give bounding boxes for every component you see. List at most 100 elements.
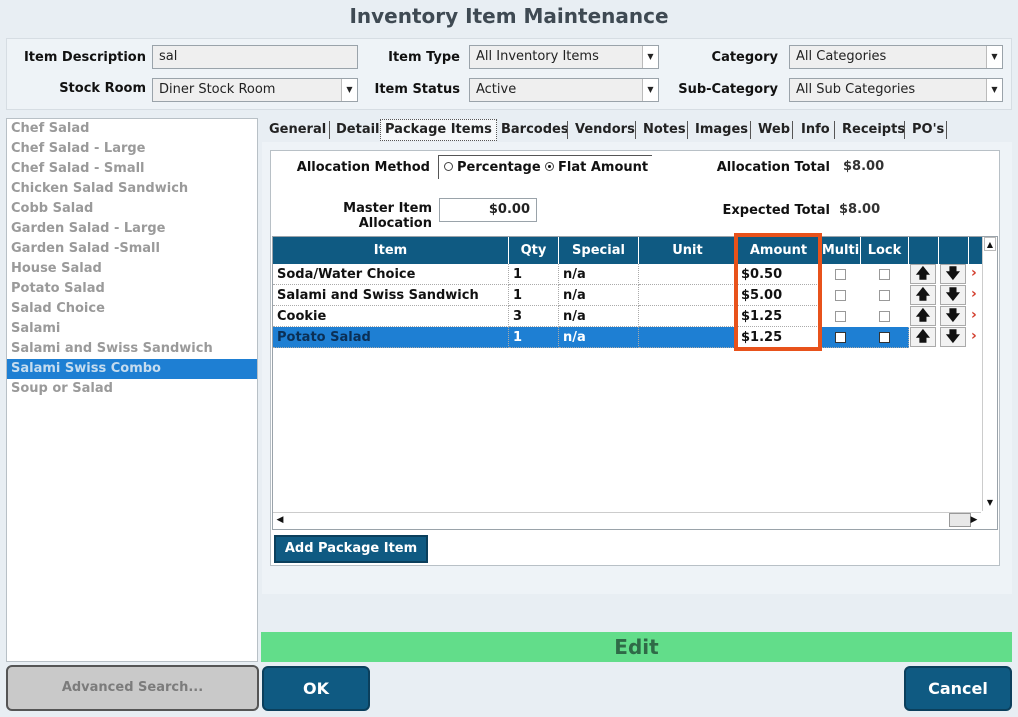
arrow-down-icon[interactable]: 🡇	[940, 306, 966, 326]
list-item[interactable]: Cobb Salad	[7, 199, 257, 219]
list-item[interactable]: Chef Salad	[7, 119, 257, 139]
grid-cell-unit-selected[interactable]	[639, 327, 737, 348]
tab-detail[interactable]: Detail	[332, 118, 384, 142]
lock-checkbox[interactable]	[879, 332, 890, 343]
tab-vendors[interactable]: Vendors	[571, 118, 639, 142]
radio-percentage-label: Percentage	[457, 160, 541, 175]
arrow-down-icon[interactable]: 🡇	[940, 285, 966, 305]
list-item[interactable]: Garden Salad - Large	[7, 219, 257, 239]
category-label: Category	[711, 50, 778, 65]
tab-web[interactable]: Web	[754, 118, 794, 142]
list-item[interactable]: Salad Choice	[7, 299, 257, 319]
cancel-button[interactable]: Cancel	[904, 666, 1012, 711]
multi-checkbox[interactable]	[835, 269, 846, 280]
tab-notes[interactable]: Notes	[639, 118, 690, 142]
tab-receipts[interactable]: Receipts	[838, 118, 909, 142]
horizontal-scrollbar[interactable]: ◀ ▶	[273, 512, 981, 528]
list-item[interactable]: House Salad	[7, 259, 257, 279]
tab-barcodes[interactable]: Barcodes	[497, 118, 573, 142]
item-list[interactable]: Chef Salad Chef Salad - Large Chef Salad…	[6, 118, 258, 662]
tab-package-items[interactable]: Package Items	[380, 119, 497, 141]
chevron-down-icon[interactable]: ▼	[642, 46, 658, 68]
multi-checkbox[interactable]	[835, 311, 846, 322]
item-status-select[interactable]: Active ▼	[469, 78, 659, 102]
list-item[interactable]: Salami	[7, 319, 257, 339]
grid-header-item[interactable]: Item	[273, 237, 509, 264]
arrow-up-icon[interactable]: 🡅	[910, 306, 936, 326]
chevron-down-icon[interactable]: ▼	[986, 79, 1002, 101]
delete-icon[interactable]: ›	[971, 265, 977, 281]
grid-cell-qty[interactable]: 1	[509, 264, 559, 285]
grid-cell-unit[interactable]	[639, 264, 737, 285]
delete-icon[interactable]: ›	[971, 286, 977, 302]
item-type-select[interactable]: All Inventory Items ▼	[469, 45, 659, 69]
grid-header-multi[interactable]: Multi	[821, 237, 861, 264]
scroll-down-icon[interactable]: ▼	[984, 497, 996, 509]
lock-checkbox[interactable]	[879, 311, 890, 322]
list-item[interactable]: Potato Salad	[7, 279, 257, 299]
package-items-grid[interactable]: Item Qty Special Unit Amount Multi Lock …	[272, 236, 998, 530]
subcategory-select[interactable]: All Sub Categories ▼	[789, 78, 1003, 102]
list-item[interactable]: Chef Salad - Large	[7, 139, 257, 159]
arrow-down-icon[interactable]: 🡇	[940, 264, 966, 284]
multi-checkbox[interactable]	[835, 290, 846, 301]
grid-cell-special[interactable]: n/a	[559, 264, 639, 285]
arrow-up-icon[interactable]: 🡅	[910, 327, 936, 347]
grid-cell-qty[interactable]: 3	[509, 306, 559, 327]
advanced-search-button[interactable]: Advanced Search...	[6, 665, 259, 711]
edit-button[interactable]: Edit	[261, 632, 1012, 662]
scroll-up-icon[interactable]: ▲	[984, 237, 996, 251]
list-item[interactable]: Chicken Salad Sandwich	[7, 179, 257, 199]
radio-percentage[interactable]: Percentage	[444, 160, 541, 175]
chevron-down-icon[interactable]: ▼	[986, 46, 1002, 68]
grid-cell-special-selected[interactable]: n/a	[559, 327, 639, 348]
grid-header-unit[interactable]: Unit	[639, 237, 737, 264]
arrow-up-icon[interactable]: 🡅	[910, 285, 936, 305]
delete-icon[interactable]: ›	[971, 307, 977, 323]
add-package-item-button[interactable]: Add Package Item	[274, 535, 428, 563]
tab-pos[interactable]: PO's	[908, 118, 948, 142]
arrow-down-icon[interactable]: 🡇	[940, 327, 966, 347]
tab-separator	[834, 121, 835, 139]
chevron-down-icon[interactable]: ▼	[642, 79, 658, 101]
category-select[interactable]: All Categories ▼	[789, 45, 1003, 69]
scroll-left-icon[interactable]: ◀	[273, 513, 287, 527]
tab-info[interactable]: Info	[797, 118, 834, 142]
grid-header-special[interactable]: Special	[559, 237, 639, 264]
delete-icon[interactable]: ›	[971, 328, 977, 344]
tab-separator	[635, 121, 636, 139]
grid-header-lock[interactable]: Lock	[861, 237, 909, 264]
list-item[interactable]: Soup or Salad	[7, 379, 257, 399]
chevron-down-icon[interactable]: ▼	[341, 79, 357, 101]
grid-cell-qty[interactable]: 1	[509, 285, 559, 306]
list-item[interactable]: Chef Salad - Small	[7, 159, 257, 179]
tab-general[interactable]: General	[265, 118, 330, 142]
ok-button[interactable]: OK	[262, 666, 370, 711]
list-item[interactable]: Garden Salad -Small	[7, 239, 257, 259]
list-item-selected[interactable]: Salami Swiss Combo	[7, 359, 257, 379]
grid-cell-item-selected[interactable]: Potato Salad	[273, 327, 509, 348]
grid-cell-qty-selected[interactable]: 1	[509, 327, 559, 348]
item-status-label: Item Status	[374, 82, 461, 97]
item-description-input[interactable]: sal	[152, 45, 358, 69]
lock-checkbox[interactable]	[879, 290, 890, 301]
grid-cell-unit[interactable]	[639, 285, 737, 306]
master-item-allocation-input[interactable]: $0.00	[439, 198, 537, 222]
grid-cell-special[interactable]: n/a	[559, 285, 639, 306]
grid-cell-special[interactable]: n/a	[559, 306, 639, 327]
grid-cell-item[interactable]: Soda/Water Choice	[273, 264, 509, 285]
multi-checkbox[interactable]	[835, 332, 846, 343]
grid-cell-item[interactable]: Salami and Swiss Sandwich	[273, 285, 509, 306]
tab-images[interactable]: Images	[691, 118, 752, 142]
grid-header-qty[interactable]: Qty	[509, 237, 559, 264]
list-item[interactable]: Salami and Swiss Sandwich	[7, 339, 257, 359]
lock-checkbox[interactable]	[879, 269, 890, 280]
grid-header-move-up	[909, 237, 939, 264]
arrow-up-icon[interactable]: 🡅	[910, 264, 936, 284]
grid-cell-item[interactable]: Cookie	[273, 306, 509, 327]
vertical-scrollbar[interactable]: ▲ ▼	[982, 237, 997, 511]
stock-room-select[interactable]: Diner Stock Room ▼	[152, 78, 358, 102]
scroll-right-icon[interactable]: ▶	[967, 513, 981, 527]
grid-cell-unit[interactable]	[639, 306, 737, 327]
radio-flat-amount[interactable]: Flat Amount	[545, 160, 648, 175]
